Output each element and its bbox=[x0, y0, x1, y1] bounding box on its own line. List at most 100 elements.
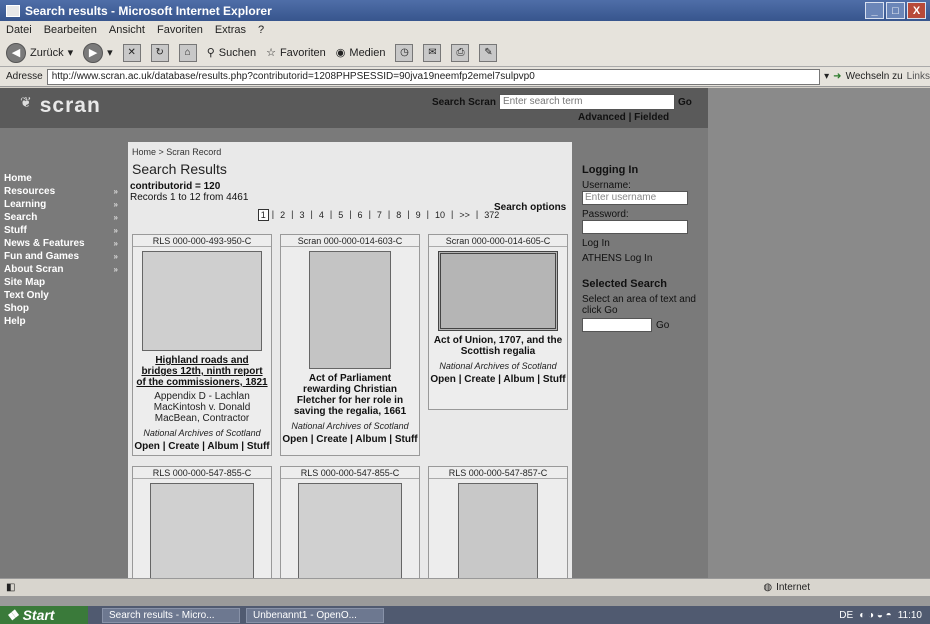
taskbar-item-ie[interactable]: Search results - Micro... bbox=[102, 607, 240, 623]
page-link[interactable]: 1 bbox=[257, 209, 269, 221]
password-input[interactable] bbox=[582, 220, 688, 234]
page-next[interactable]: >> bbox=[456, 209, 473, 221]
page-link[interactable]: 3 bbox=[296, 209, 307, 221]
menu-datei[interactable]: Datei bbox=[6, 24, 32, 36]
query-info: contributorid = 120 Records 1 to 12 from… bbox=[128, 177, 572, 203]
sidebar-nav: Home Resources» Learning» Search» Stuff»… bbox=[4, 172, 124, 328]
back-button[interactable]: ◀ Zurück ▾ bbox=[6, 42, 74, 63]
selected-search-go[interactable]: Go bbox=[656, 320, 669, 331]
athens-login-link[interactable]: ATHENS Log In bbox=[582, 253, 708, 264]
menu-extras[interactable]: Extras bbox=[215, 24, 246, 36]
home-icon[interactable]: ⌂ bbox=[178, 43, 197, 62]
blurred-background-area bbox=[708, 88, 930, 578]
result-subtitle: Appendix D - Lachlan MacKintosh v. Donal… bbox=[153, 391, 251, 424]
close-button[interactable]: X bbox=[907, 2, 926, 19]
document-thumbnail[interactable] bbox=[438, 251, 558, 331]
result-card[interactable]: RLS 000-000-547-857-C bbox=[428, 466, 568, 578]
mail-icon[interactable]: ✉ bbox=[423, 43, 442, 62]
dropdown-icon[interactable]: ▾ bbox=[68, 46, 74, 59]
sidebar-item-search[interactable]: Search» bbox=[4, 211, 124, 224]
media-button[interactable]: ◉ Medien bbox=[336, 46, 386, 60]
print-icon[interactable]: ⎙ bbox=[451, 43, 470, 62]
search-options-link[interactable]: Search options bbox=[494, 202, 566, 213]
result-card[interactable]: RLS 000-000-547-855-C bbox=[280, 466, 420, 578]
search-label: Suchen bbox=[218, 46, 257, 59]
result-actions[interactable]: Open | Create | Album | Stuff bbox=[281, 434, 419, 445]
sidebar-item-news[interactable]: News & Features» bbox=[4, 237, 124, 250]
edit-icon[interactable]: ✎ bbox=[479, 43, 498, 62]
system-tray: DE ◐ ◑ ◒ ◓ 11:10 bbox=[839, 610, 930, 621]
address-dropdown-icon[interactable]: ▾ bbox=[824, 71, 829, 82]
sidebar-item-shop[interactable]: Shop bbox=[4, 302, 124, 315]
sidebar-item-about[interactable]: About Scran» bbox=[4, 263, 124, 276]
page-link[interactable]: 4 bbox=[316, 209, 327, 221]
sidebar-item-resources[interactable]: Resources» bbox=[4, 185, 124, 198]
page-link[interactable]: 2 bbox=[277, 209, 288, 221]
forward-button[interactable]: ▶ ▾ bbox=[83, 42, 113, 63]
sidebar-item-sitemap[interactable]: Site Map bbox=[4, 276, 124, 289]
selected-search-hint: Select an area of text and click Go bbox=[582, 294, 696, 316]
document-thumbnail[interactable] bbox=[309, 251, 391, 369]
refresh-icon[interactable]: ↻ bbox=[150, 43, 169, 62]
site-search-input[interactable]: Enter search term bbox=[498, 94, 675, 110]
result-actions[interactable]: Open | Create | Album | Stuff bbox=[429, 374, 567, 385]
login-heading: Logging In bbox=[582, 164, 639, 176]
result-card[interactable]: Scran 000-000-014-605-C Act of Union, 17… bbox=[428, 234, 568, 410]
page-link[interactable]: 8 bbox=[393, 209, 404, 221]
sidebar-item-fun[interactable]: Fun and Games» bbox=[4, 250, 124, 263]
login-link[interactable]: Log In bbox=[582, 238, 708, 249]
go-button[interactable]: Wechseln zu bbox=[846, 71, 903, 82]
sidebar-item-home[interactable]: Home bbox=[4, 172, 124, 185]
page-link[interactable]: 10 bbox=[432, 209, 448, 221]
menu-ansicht[interactable]: Ansicht bbox=[109, 24, 145, 36]
page-link[interactable]: 6 bbox=[355, 209, 366, 221]
document-thumbnail[interactable] bbox=[298, 483, 402, 578]
web-page: ❦ scran Search Scran Enter search term G… bbox=[0, 88, 930, 578]
start-button[interactable]: ❖ Start bbox=[0, 606, 88, 624]
result-title[interactable]: Act of Union, 1707, and the Scottish reg… bbox=[429, 335, 567, 357]
media-label: Medien bbox=[349, 46, 386, 59]
username-input[interactable]: Enter username bbox=[582, 191, 688, 205]
menu-favoriten[interactable]: Favoriten bbox=[157, 24, 203, 36]
selected-search-input[interactable] bbox=[582, 318, 652, 332]
map-thumbnail[interactable] bbox=[458, 483, 538, 578]
maximize-button[interactable]: □ bbox=[886, 2, 905, 19]
result-title[interactable]: Act of Parliament rewarding Christian Fl… bbox=[281, 373, 419, 417]
favorites-button[interactable]: ☆ Favoriten bbox=[266, 46, 326, 60]
sidebar-item-learning[interactable]: Learning» bbox=[4, 198, 124, 211]
document-thumbnail[interactable] bbox=[142, 251, 262, 351]
links-button[interactable]: Links bbox=[907, 71, 930, 82]
result-title[interactable]: Highland roads and bridges 12th, ninth r… bbox=[133, 355, 271, 388]
site-search-go[interactable]: Go bbox=[678, 97, 692, 108]
result-actions[interactable]: Open | Create | Album | Stuff bbox=[133, 441, 271, 452]
page-link[interactable]: 9 bbox=[413, 209, 424, 221]
document-thumbnail[interactable] bbox=[150, 483, 254, 578]
dropdown-icon[interactable]: ▾ bbox=[107, 46, 113, 59]
stop-icon[interactable]: ✕ bbox=[122, 43, 141, 62]
search-button[interactable]: ⚲ Suchen bbox=[207, 46, 257, 60]
result-source: National Archives of Scotland bbox=[439, 361, 557, 371]
globe-icon: ◍ bbox=[763, 582, 773, 593]
breadcrumb: Home > Scran Record bbox=[132, 147, 222, 157]
result-card[interactable]: Scran 000-000-014-603-C Act of Parliamen… bbox=[280, 234, 420, 456]
record-id: Scran 000-000-014-603-C bbox=[281, 235, 419, 247]
taskbar-item-openoffice[interactable]: Unbenannt1 - OpenO... bbox=[246, 607, 384, 623]
site-logo[interactable]: scran bbox=[40, 94, 101, 118]
language-indicator[interactable]: DE bbox=[839, 610, 853, 621]
advanced-fielded-link[interactable]: Advanced | Fielded bbox=[578, 112, 669, 123]
menu-bearbeiten[interactable]: Bearbeiten bbox=[44, 24, 97, 36]
record-id: Scran 000-000-014-605-C bbox=[429, 235, 567, 247]
address-input[interactable]: http://www.scran.ac.uk/database/results.… bbox=[46, 68, 821, 85]
page-link[interactable]: 7 bbox=[374, 209, 385, 221]
sidebar-item-help[interactable]: Help bbox=[4, 315, 124, 328]
history-icon[interactable]: ◷ bbox=[395, 43, 414, 62]
result-card[interactable]: RLS 000-000-547-855-C bbox=[132, 466, 272, 578]
minimize-button[interactable]: _ bbox=[865, 2, 884, 19]
result-card[interactable]: RLS 000-000-493-950-C Highland roads and… bbox=[132, 234, 272, 456]
sidebar-item-textonly[interactable]: Text Only bbox=[4, 289, 124, 302]
scran-logo-icon: ❦ bbox=[20, 94, 32, 110]
sidebar-item-stuff[interactable]: Stuff» bbox=[4, 224, 124, 237]
menu-help[interactable]: ? bbox=[258, 24, 264, 36]
go-arrow-icon[interactable]: ➜ bbox=[833, 71, 841, 82]
page-link[interactable]: 5 bbox=[335, 209, 346, 221]
